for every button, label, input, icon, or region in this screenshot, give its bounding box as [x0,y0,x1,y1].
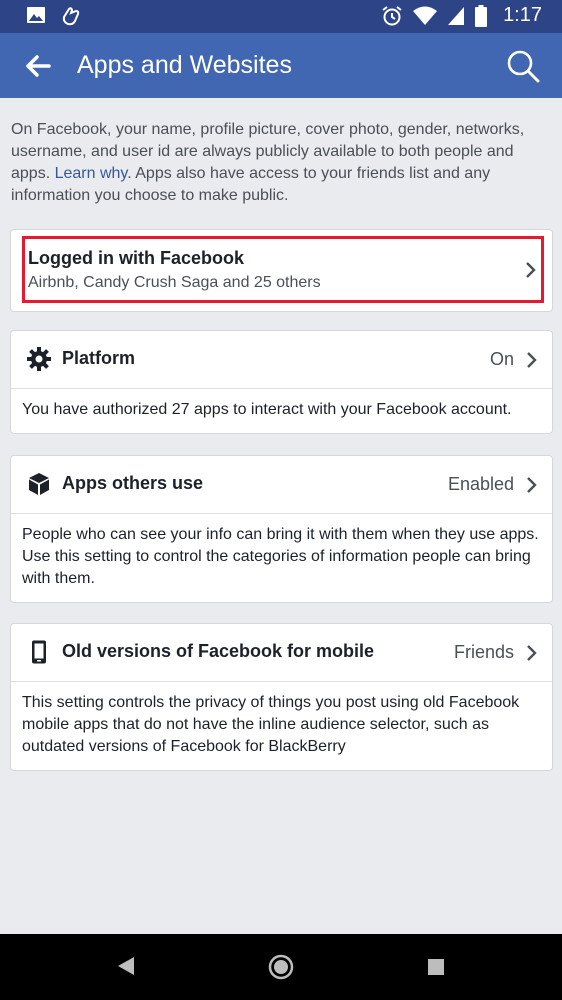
search-icon[interactable] [506,49,540,83]
app-bar: Apps and Websites [0,33,562,98]
image-icon [27,7,45,23]
battery-icon [475,4,488,27]
platform-value: On [489,349,514,369]
platform-row[interactable]: Platform On [11,331,552,388]
highlight-box [22,236,544,303]
back-triangle-icon[interactable] [116,955,136,977]
gear-icon [27,347,51,371]
chevron-right-icon [527,352,537,368]
platform-label: Platform [62,348,136,368]
apps-others-use-label: Apps others use [62,473,204,493]
status-bar: 1:17 [0,0,562,33]
old-versions-description: This setting controls the privacy of thi… [11,681,552,770]
navigation-bar [0,934,562,1000]
signal-icon [448,6,465,25]
cube-icon [29,473,49,495]
apps-others-use-value: Enabled [447,474,514,494]
old-versions-card: Old versions of Facebook for mobile Frie… [10,623,553,771]
alarm-icon [382,5,402,25]
logged-in-subtitle: Airbnb, Candy Crush Saga and 25 others [28,274,321,291]
hand-icon [62,7,80,26]
learn-why-link[interactable]: Learn why [55,165,128,182]
platform-description: You have authorized 27 apps to interact … [11,388,552,433]
chevron-right-icon [526,262,536,278]
old-versions-label: Old versions of Facebook for mobile [62,641,375,661]
clock: 1:17 [503,4,542,26]
apps-others-use-row[interactable]: Apps others use Enabled [11,456,552,513]
apps-others-use-card: Apps others use Enabled People who can s… [10,455,553,603]
back-arrow-icon[interactable] [24,52,52,80]
chevron-right-icon [527,645,537,661]
recents-square-icon[interactable] [427,958,445,976]
old-versions-value: Friends [453,642,514,662]
home-circle-icon[interactable] [268,954,294,980]
chevron-right-icon [527,477,537,493]
logged-in-title: Logged in with Facebook [28,248,244,268]
phone-icon [32,640,46,664]
old-versions-row[interactable]: Old versions of Facebook for mobile Frie… [11,624,552,681]
apps-others-use-description: People who can see your info can bring i… [11,513,552,602]
wifi-icon [413,6,438,25]
platform-card: Platform On You have authorized 27 apps … [10,330,553,434]
intro-text: On Facebook, your name, profile picture,… [11,119,551,207]
logged-in-with-facebook-item[interactable]: Logged in with Facebook Airbnb, Candy Cr… [10,229,553,312]
page-title: Apps and Websites [77,51,292,79]
